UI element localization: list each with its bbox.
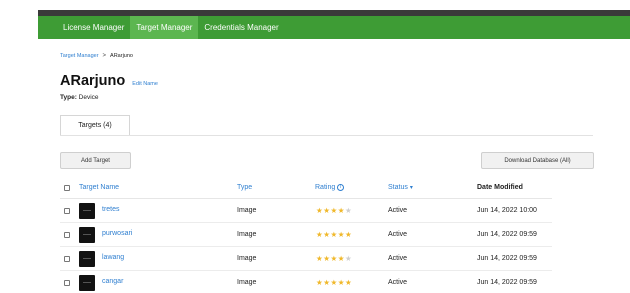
target-status: Active xyxy=(388,231,408,238)
star-icon: ★ xyxy=(344,254,353,263)
rating-stars: ★★★★★ xyxy=(316,230,352,239)
title-row: ARarjuno Edit Name xyxy=(60,73,158,89)
target-status: Active xyxy=(388,207,408,214)
target-type: Image xyxy=(237,255,257,262)
nav-license-manager[interactable]: License Manager xyxy=(57,16,130,39)
row-checkbox[interactable] xyxy=(64,280,70,286)
table-row: lawang Image ★★★★★ Active Jun 14, 2022 0… xyxy=(60,247,552,271)
breadcrumb: Target Manager > ARarjuno xyxy=(60,53,133,59)
target-thumbnail[interactable] xyxy=(79,227,95,243)
add-target-button[interactable]: Add Target xyxy=(60,152,131,169)
row-checkbox[interactable] xyxy=(64,256,70,262)
info-icon[interactable]: i xyxy=(337,184,345,191)
target-thumbnail[interactable] xyxy=(79,203,95,219)
row-checkbox[interactable] xyxy=(64,232,70,238)
header-date-label: Date Modified xyxy=(477,184,523,191)
nav-credentials-manager[interactable]: Credentials Manager xyxy=(198,16,284,39)
table-row: purwosari Image ★★★★★ Active Jun 14, 202… xyxy=(60,223,552,247)
table-row: cangar Image ★★★★★ Active Jun 14, 2022 0… xyxy=(60,271,552,293)
header-type[interactable]: Type xyxy=(237,184,252,191)
header-status-label: Status xyxy=(388,184,408,191)
breadcrumb-current: ARarjuno xyxy=(110,53,133,59)
star-icon: ★ xyxy=(330,230,338,239)
chevron-right-icon: > xyxy=(102,53,107,59)
target-date: Jun 14, 2022 09:59 xyxy=(477,279,537,286)
star-icon: ★ xyxy=(337,254,345,263)
star-icon: ★ xyxy=(337,278,345,287)
target-name-link[interactable]: lawang xyxy=(102,254,124,261)
rating-stars: ★★★★★ xyxy=(316,254,352,263)
nav-target-manager[interactable]: Target Manager xyxy=(130,16,199,39)
target-thumbnail[interactable] xyxy=(79,275,95,291)
target-date: Jun 14, 2022 10:00 xyxy=(477,207,537,214)
header-type-label: Type xyxy=(237,184,253,191)
rating-stars: ★★★★★ xyxy=(316,278,352,287)
target-status: Active xyxy=(388,279,408,286)
select-all-checkbox[interactable] xyxy=(64,185,70,191)
header-date-modified: Date Modified xyxy=(477,184,523,191)
tab-targets[interactable]: Targets (4) xyxy=(60,115,130,135)
table-row: tretes Image ★★★★★ Active Jun 14, 2022 1… xyxy=(60,199,552,223)
star-icon: ★ xyxy=(330,278,338,287)
target-type: Image xyxy=(237,207,257,214)
target-name-link[interactable]: purwosari xyxy=(102,230,132,237)
target-thumbnail[interactable] xyxy=(79,251,95,267)
star-icon: ★ xyxy=(344,230,353,239)
main-nav: License Manager Target Manager Credentia… xyxy=(38,16,630,39)
target-date: Jun 14, 2022 09:59 xyxy=(477,231,537,238)
star-icon: ★ xyxy=(344,278,353,287)
type-label: Type: xyxy=(60,94,77,101)
star-icon: ★ xyxy=(330,206,338,215)
star-icon: ★ xyxy=(330,254,338,263)
row-checkbox[interactable] xyxy=(64,208,70,214)
header-status[interactable]: Status ▾ xyxy=(388,184,413,191)
header-target-name[interactable]: Target Name xyxy=(79,184,119,191)
star-icon: ★ xyxy=(344,206,353,215)
rating-stars: ★★★★★ xyxy=(316,206,352,215)
database-type: Type: Device xyxy=(60,94,99,101)
tab-divider xyxy=(60,134,593,136)
type-value: Device xyxy=(78,94,99,101)
header-rating[interactable]: Rating i xyxy=(315,184,345,191)
target-date: Jun 14, 2022 09:59 xyxy=(477,255,537,262)
download-database-button[interactable]: Download Database (All) xyxy=(481,152,594,169)
target-name-link[interactable]: tretes xyxy=(102,206,120,213)
header-rating-label: Rating xyxy=(315,184,336,191)
target-type: Image xyxy=(237,279,257,286)
star-icon: ★ xyxy=(337,230,345,239)
target-type: Image xyxy=(237,231,257,238)
star-icon: ★ xyxy=(337,206,345,215)
breadcrumb-target-manager[interactable]: Target Manager xyxy=(60,53,99,59)
page-title: ARarjuno xyxy=(60,73,126,89)
edit-name-link[interactable]: Edit Name xyxy=(132,81,158,87)
target-name-link[interactable]: cangar xyxy=(102,278,123,285)
header-target-name-label: Target Name xyxy=(79,184,120,191)
chevron-down-icon: ▾ xyxy=(409,185,413,191)
target-status: Active xyxy=(388,255,408,262)
